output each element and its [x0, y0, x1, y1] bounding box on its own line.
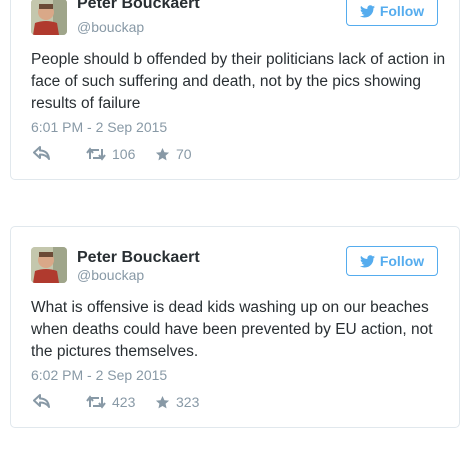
follow-button[interactable]: Follow [346, 246, 438, 276]
star-icon [155, 395, 170, 408]
tweet-text: People should b offended by their politi… [31, 51, 446, 112]
retweet-button[interactable]: 106 [86, 146, 135, 162]
like-button[interactable]: 70 [155, 146, 192, 162]
reply-button[interactable] [33, 146, 51, 160]
tweet-text: What is offensive is dead kids washing u… [31, 299, 433, 360]
retweet-button[interactable]: 423 [86, 394, 135, 410]
reply-icon [33, 394, 50, 408]
author-handle[interactable]: @bouckap [77, 19, 144, 35]
like-count: 70 [176, 146, 192, 162]
tweet-timestamp[interactable]: 6:01 PM - 2 Sep 2015 [31, 119, 167, 135]
author-name[interactable]: Peter Bouckaert [77, 249, 200, 267]
tweet-card: Peter Bouckaert @bouckap Follow People s… [10, 0, 460, 180]
avatar[interactable] [31, 247, 67, 283]
retweet-icon [86, 147, 106, 161]
reply-button[interactable] [33, 394, 51, 408]
tweet-actions: 423 323 [31, 394, 331, 414]
twitter-bird-icon [359, 4, 375, 17]
tweet-stream: Peter Bouckaert @bouckap Follow People s… [0, 0, 468, 454]
author-name[interactable]: Peter Bouckaert [77, 0, 200, 13]
author-handle[interactable]: @bouckap [77, 267, 144, 283]
twitter-bird-icon [359, 254, 375, 267]
like-button[interactable]: 323 [155, 394, 199, 410]
tweet-timestamp[interactable]: 6:02 PM - 2 Sep 2015 [31, 367, 167, 383]
follow-label: Follow [379, 253, 425, 269]
tweet-actions: 106 70 [31, 146, 331, 166]
tweet-card: Peter Bouckaert @bouckap Follow What is … [10, 226, 460, 428]
like-count: 323 [176, 394, 200, 410]
reply-icon [33, 146, 50, 160]
retweet-icon [86, 395, 106, 409]
retweet-count: 106 [112, 146, 136, 162]
follow-button[interactable]: Follow [346, 0, 438, 26]
avatar[interactable] [31, 0, 67, 35]
star-icon [155, 147, 170, 160]
follow-label: Follow [379, 3, 425, 19]
retweet-count: 423 [112, 394, 136, 410]
